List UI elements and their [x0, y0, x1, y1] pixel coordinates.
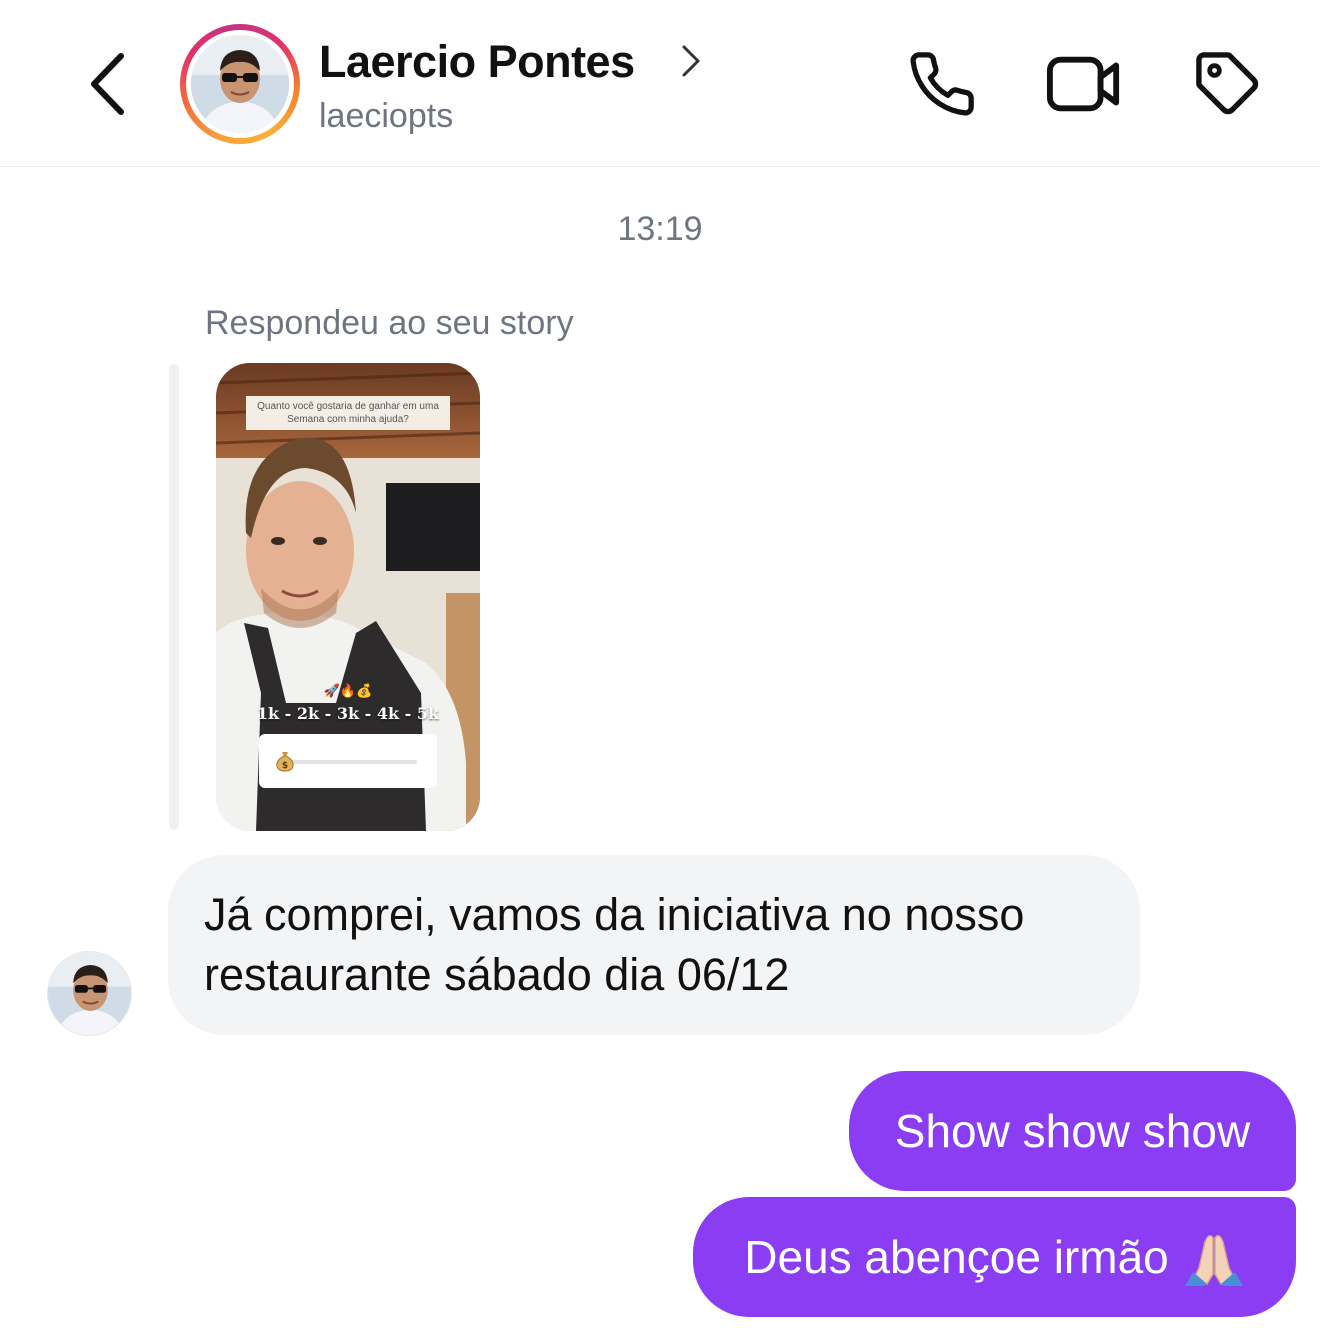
- story-emoji-slider: $: [259, 734, 437, 788]
- praying-hands-icon: [1183, 1228, 1245, 1286]
- contact-avatar[interactable]: [180, 24, 300, 144]
- incoming-message-bubble[interactable]: Já comprei, vamos da iniciativa no nosso…: [168, 855, 1140, 1035]
- outgoing-message-bubble[interactable]: Deus abençoe irmão: [693, 1197, 1296, 1317]
- sender-avatar[interactable]: [47, 951, 132, 1036]
- phone-icon: [910, 52, 974, 116]
- back-arrow-icon: [91, 53, 124, 115]
- chat-screen: Laercio Pontes laeciopts 13:19 Respondeu…: [0, 0, 1320, 1328]
- chat-header: Laercio Pontes laeciopts: [0, 0, 1320, 167]
- story-question-sticker: Quanto você gostaria de ganhar em uma Se…: [246, 396, 450, 430]
- message-text: Deus abençoe irmão: [744, 1231, 1169, 1283]
- message-timestamp: 13:19: [617, 210, 703, 248]
- avatar: [191, 35, 289, 133]
- story-reply-label: Respondeu ao seu story: [205, 304, 574, 342]
- money-bag-icon: $: [276, 752, 294, 772]
- contact-name[interactable]: Laercio Pontes: [319, 36, 635, 88]
- slider-track: [287, 760, 417, 764]
- video-call-button[interactable]: [1046, 46, 1122, 122]
- svg-text:$: $: [282, 761, 288, 771]
- message-text: Show show show: [894, 1105, 1251, 1157]
- video-camera-icon: [1046, 56, 1120, 112]
- reply-indicator-bar: [169, 364, 179, 830]
- story-scale-text: 1k - 2k - 3k - 4k - 5k: [256, 704, 440, 723]
- tag-icon: [1196, 52, 1259, 115]
- story-thumbnail[interactable]: Quanto você gostaria de ganhar em uma Se…: [216, 363, 480, 831]
- call-button[interactable]: [904, 46, 980, 122]
- outgoing-message-bubble[interactable]: Show show show: [849, 1071, 1296, 1191]
- chevron-right-icon[interactable]: [680, 44, 702, 83]
- contact-handle: laeciopts: [319, 97, 454, 135]
- story-emoji-row: 🚀🔥💰: [323, 683, 373, 698]
- tag-button[interactable]: [1190, 46, 1266, 122]
- back-button[interactable]: [78, 48, 138, 120]
